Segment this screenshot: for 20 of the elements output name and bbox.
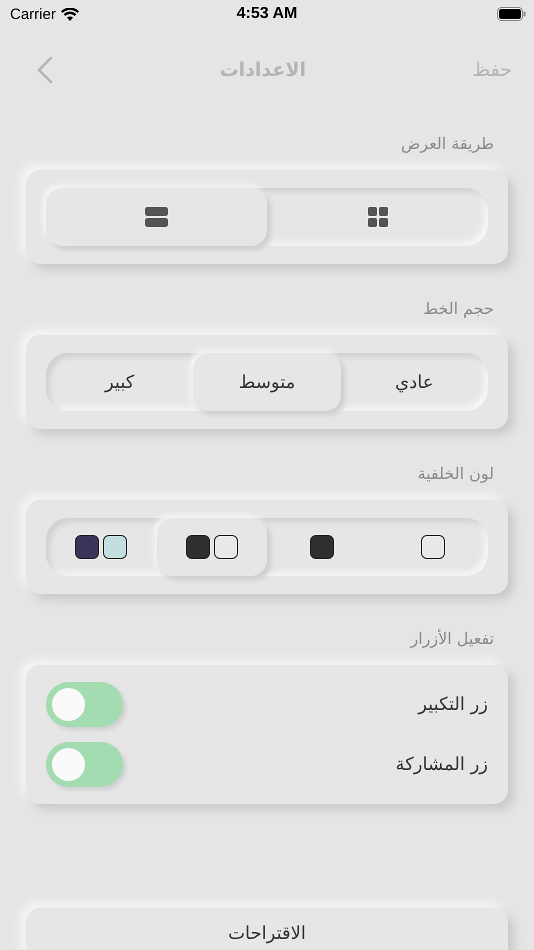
rows-icon [145,207,168,227]
toggle-switch[interactable] [46,682,123,727]
section-label: طريقة العرض [400,133,495,155]
toggle-switch[interactable] [46,742,123,787]
font-size-option[interactable]: متوسط [193,353,341,411]
view-option[interactable] [46,188,267,246]
font-size-option[interactable]: عادي [340,353,488,411]
color-option[interactable] [156,518,267,576]
section-label: حجم الخط [422,298,495,320]
toggle-label: زر التكبير [418,694,488,715]
status-time: 4:53 AM [236,5,298,23]
grid-icon [368,207,388,227]
font-size-option[interactable]: كبير [46,353,194,411]
section-label: لون الخلفية [416,463,495,485]
wifi-icon [60,8,79,20]
toggle-label: زر المشاركة [396,754,488,775]
section-label: تفعيل الأزرار [408,628,495,650]
suggestions-button[interactable]: الاقتراحات [26,908,508,950]
carrier-name: Carrier [10,6,56,22]
battery-icon [497,7,526,21]
